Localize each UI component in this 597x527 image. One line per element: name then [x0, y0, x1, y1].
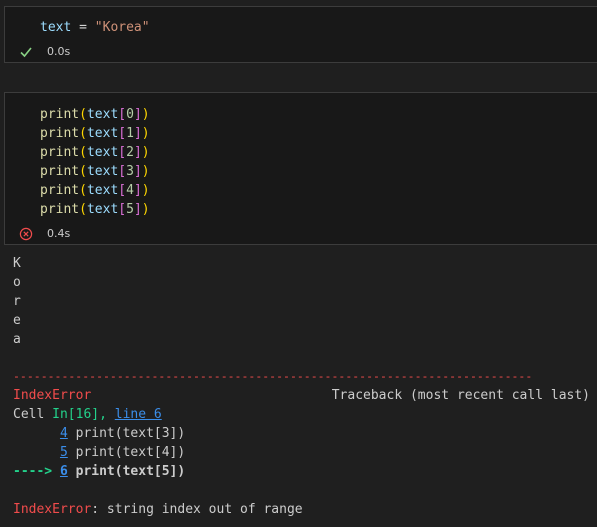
code-paren: ): [141, 183, 150, 198]
output-line: r: [13, 294, 21, 309]
code-number: 0: [126, 107, 134, 122]
code-operator: =: [71, 20, 95, 35]
code-line[interactable]: print(text[4]): [40, 181, 150, 200]
traceback-line-link[interactable]: 5: [60, 445, 68, 460]
code-function: print: [40, 107, 80, 122]
code-bracket: [: [118, 145, 127, 160]
final-error-message: : string index out of range: [91, 502, 303, 517]
code-line[interactable]: print(text[2]): [40, 143, 150, 162]
code-paren: (: [79, 126, 87, 141]
traceback-code: print(text[5]): [67, 464, 186, 479]
cell-reference: Cell In[16], line 6: [13, 405, 162, 424]
output-line: a: [13, 332, 21, 347]
code-bracket: [: [118, 164, 127, 179]
cell-in-ref: In[16]: [52, 407, 100, 422]
execution-time: 0.4s: [47, 227, 71, 240]
separator-dashes: ----------------------------------------…: [13, 369, 533, 383]
code-string: "Korea": [94, 20, 150, 35]
code-line[interactable]: print(text[3]): [40, 162, 150, 181]
code-bracket: [: [118, 126, 127, 141]
line-link[interactable]: line 6: [115, 407, 162, 422]
code-variable: text: [86, 164, 119, 179]
code-function: print: [40, 145, 80, 160]
check-icon: [20, 47, 32, 58]
code-function: print: [40, 202, 80, 217]
code-number: 5: [126, 202, 134, 217]
final-error-name: IndexError: [13, 502, 92, 517]
code-bracket: ]: [133, 183, 142, 198]
code-bracket: ]: [133, 107, 142, 122]
code-line[interactable]: print(text[0]): [40, 105, 150, 124]
traceback-arrow: [13, 426, 60, 441]
code-paren: ): [141, 202, 150, 217]
code-paren: ): [141, 164, 150, 179]
code-line[interactable]: print(text[1]): [40, 124, 150, 143]
code-cell-2[interactable]: print(text[0]) print(text[1]) print(text[2…: [4, 92, 597, 245]
code-paren: ): [141, 107, 150, 122]
code-cell-1[interactable]: text = "Korea" 0.0s: [4, 6, 597, 63]
code-line[interactable]: print(text[5]): [40, 200, 150, 219]
code-paren: (: [79, 202, 87, 217]
traceback-code: print(text[3]): [67, 426, 186, 441]
code-bracket: ]: [133, 164, 142, 179]
traceback-line-link[interactable]: 4: [60, 426, 68, 441]
code-paren: ): [141, 126, 150, 141]
traceback-code: print(text[4]): [67, 445, 186, 460]
code-variable: text: [86, 183, 119, 198]
code-number: 2: [126, 145, 134, 160]
code-variable: text: [40, 20, 72, 35]
traceback-line: ----> 6 print(text[5]): [13, 462, 185, 481]
output-line: o: [13, 275, 21, 290]
code-bracket: ]: [133, 145, 142, 160]
cell-prefix: Cell: [13, 407, 53, 422]
code-number: 4: [126, 183, 134, 198]
code-function: print: [40, 164, 80, 179]
code-function: print: [40, 183, 80, 198]
code-bracket: [: [118, 183, 127, 198]
output-line: K: [13, 256, 21, 271]
code-paren: (: [79, 183, 87, 198]
traceback-header: Traceback (most recent call last): [331, 388, 590, 403]
error-circle-icon: [19, 227, 33, 241]
execution-time: 0.0s: [47, 45, 71, 58]
code-variable: text: [86, 126, 119, 141]
traceback-line: 4 print(text[3]): [13, 424, 185, 443]
code-bracket: ]: [133, 202, 142, 217]
code-paren: (: [79, 145, 87, 160]
code-function: print: [40, 126, 80, 141]
traceback-arrow: [13, 445, 60, 460]
code-paren: ): [141, 145, 150, 160]
cell-sep: ,: [99, 407, 115, 422]
code-bracket: [: [118, 202, 127, 217]
code-line[interactable]: text = "Korea": [40, 18, 150, 37]
error-name: IndexError: [13, 388, 92, 403]
final-error: IndexError: string index out of range: [13, 500, 303, 519]
code-paren: (: [79, 107, 87, 122]
code-number: 1: [126, 126, 134, 141]
code-variable: text: [86, 202, 119, 217]
traceback-line: 5 print(text[4]): [13, 443, 185, 462]
traceback-line-link[interactable]: 6: [60, 464, 68, 479]
traceback-arrow: ---->: [13, 464, 60, 479]
code-variable: text: [86, 145, 119, 160]
code-variable: text: [86, 107, 119, 122]
code-bracket: [: [118, 107, 127, 122]
code-number: 3: [126, 164, 134, 179]
output-line: e: [13, 313, 21, 328]
code-bracket: ]: [133, 126, 142, 141]
code-paren: (: [79, 164, 87, 179]
error-header: IndexError Traceback (most recent call la…: [13, 386, 590, 405]
